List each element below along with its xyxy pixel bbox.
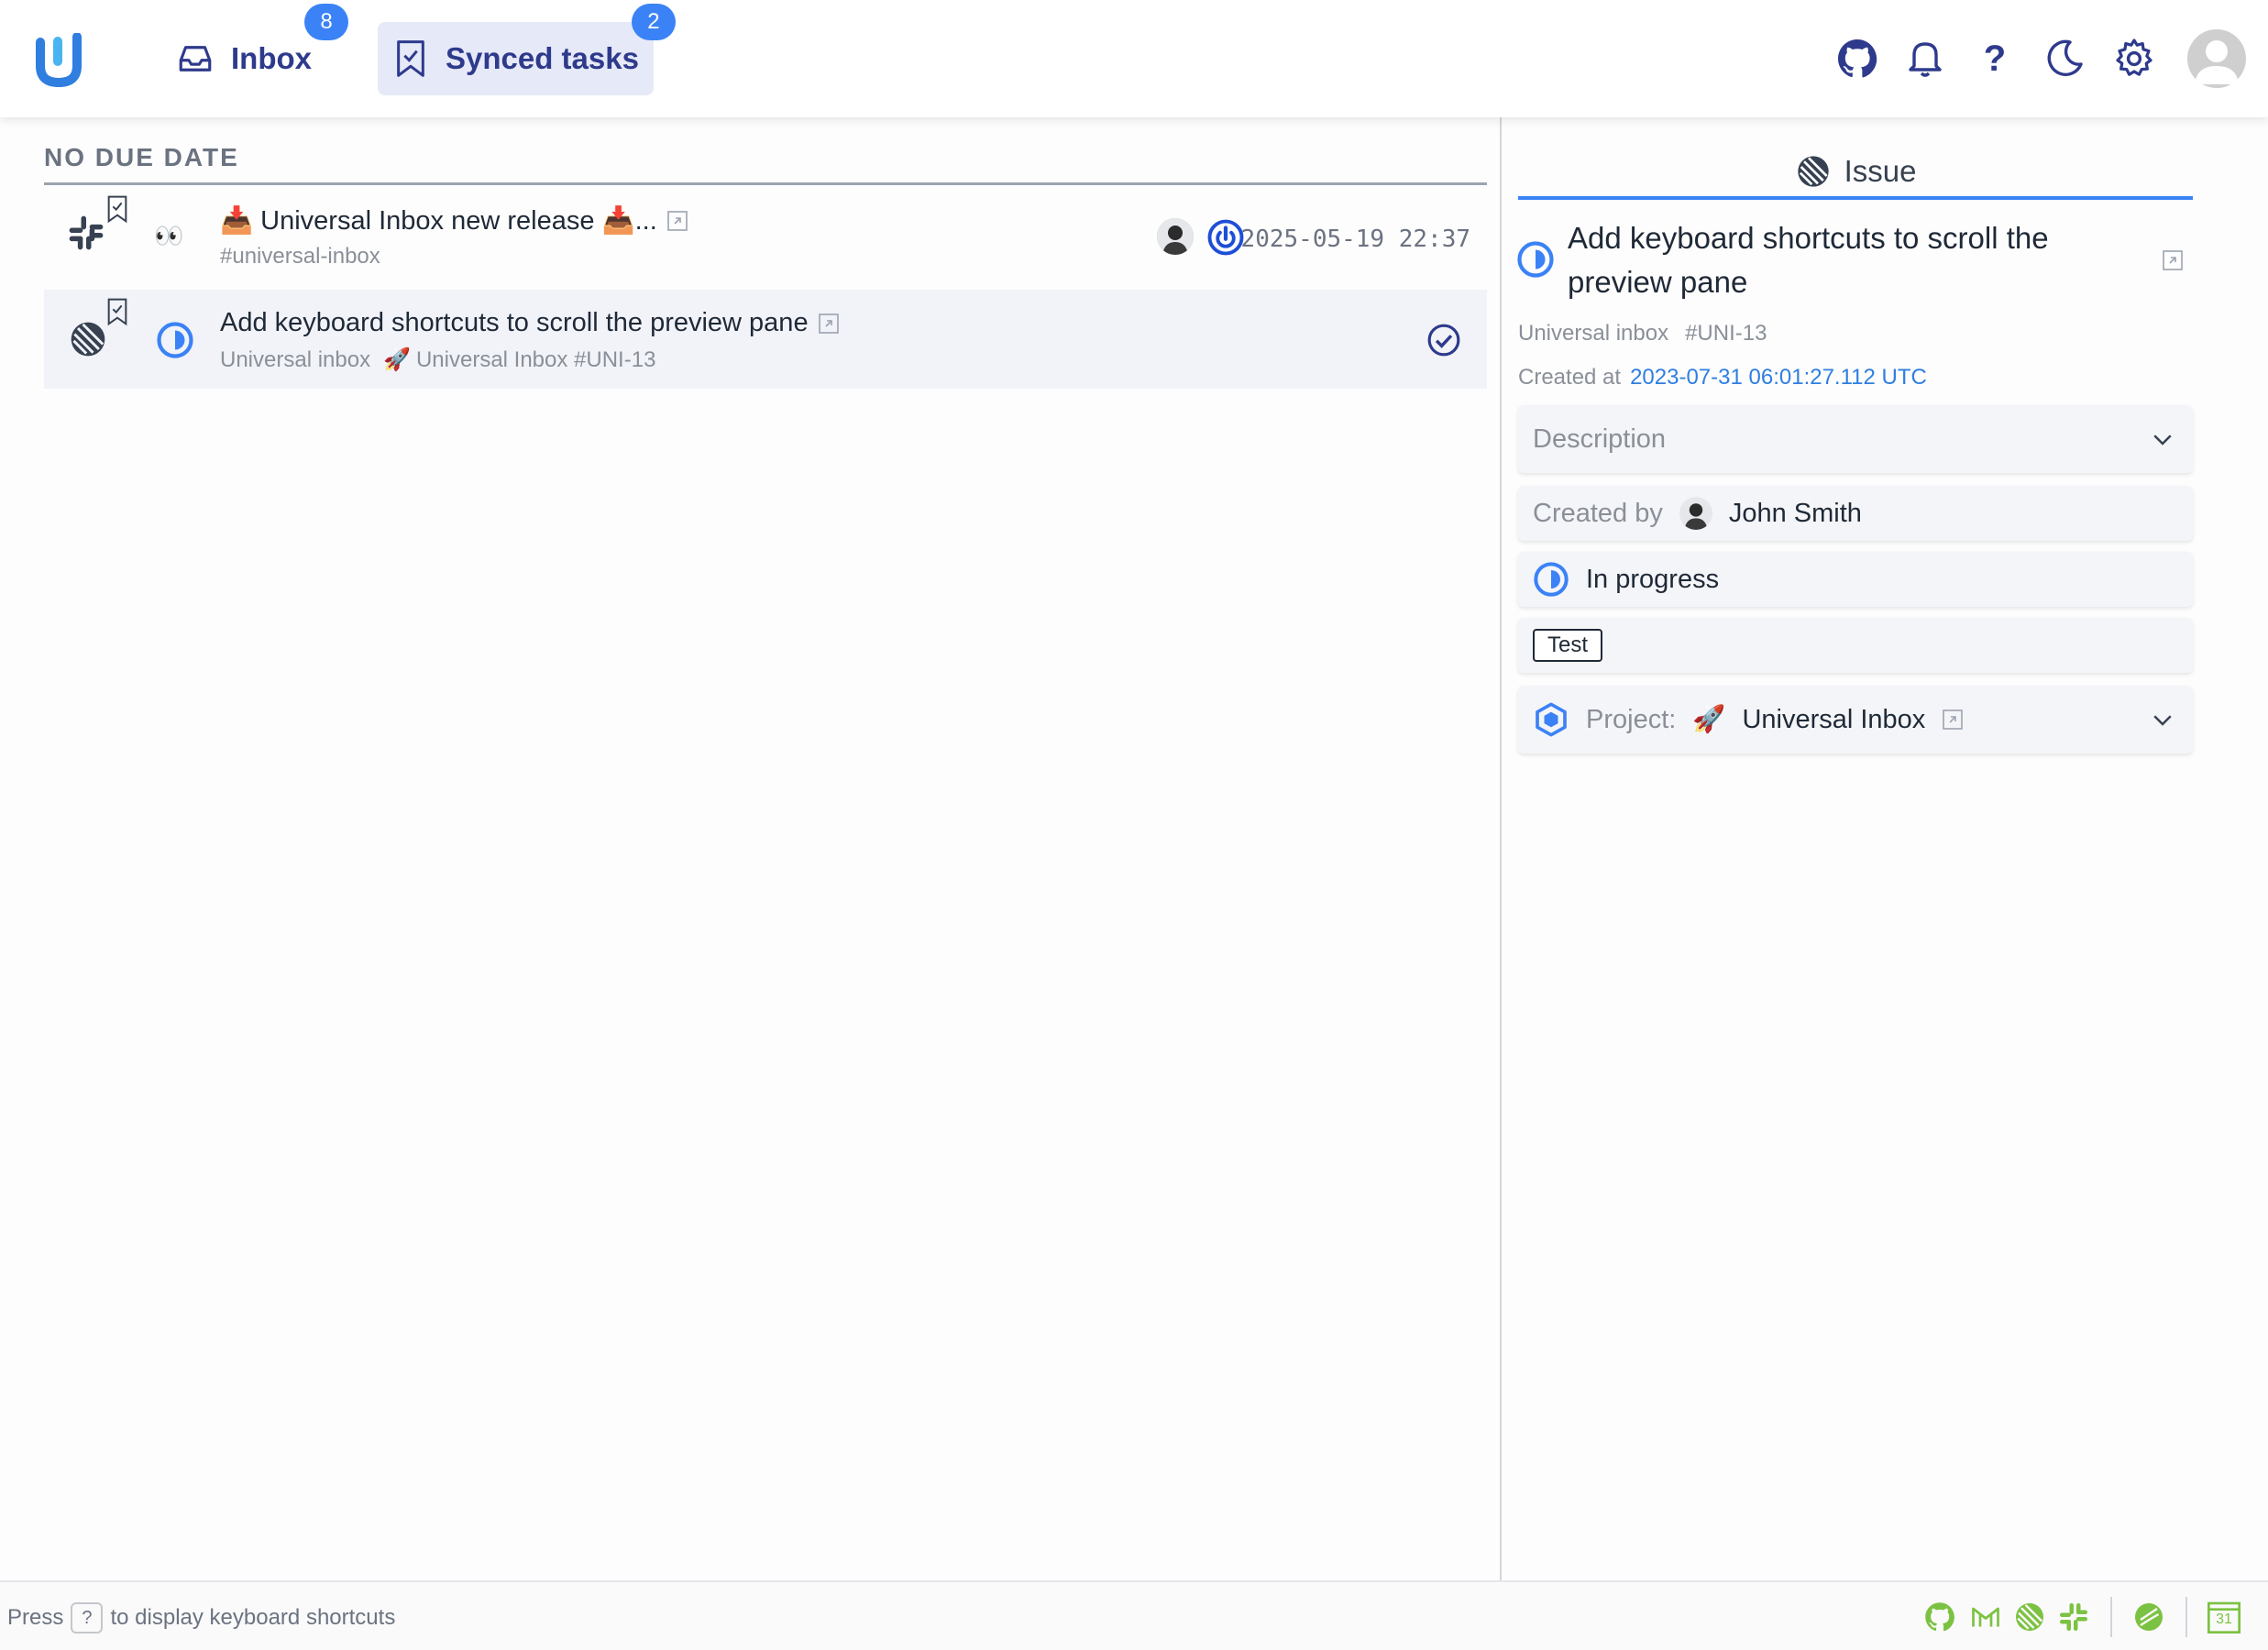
external-link-icon[interactable]: [666, 210, 688, 232]
synced-bookmark-icon: [107, 298, 127, 326]
row-project: Universal inbox: [220, 346, 371, 372]
row-subtitle: #universal-inbox: [220, 244, 380, 269]
status-label: In progress: [1586, 564, 1720, 594]
chevron-down-icon: [2153, 715, 2172, 726]
tab-synced-tasks-label: Synced tasks: [446, 41, 639, 75]
user-silhouette-icon: [2195, 40, 2239, 84]
project-accordion[interactable]: Project: 🚀 Universal Inbox: [1518, 686, 2193, 754]
google-calendar-integration-icon[interactable]: 31: [2206, 1599, 2242, 1635]
footer-separator: [2185, 1597, 2187, 1637]
row-subtitle: Universal inbox 🚀 Universal Inbox #UNI-1…: [220, 346, 655, 373]
in-progress-status-icon: [157, 322, 193, 358]
moon-icon[interactable]: [2042, 37, 2086, 81]
shortcut-hint-text: to display keyboard shortcuts: [110, 1605, 396, 1630]
row-title[interactable]: 📥 Universal Inbox new release 📥...: [220, 205, 688, 236]
inbox-tray-icon: [179, 46, 212, 72]
linear-integration-icon[interactable]: [2013, 1600, 2046, 1634]
list-item-selected[interactable]: Add keyboard shortcuts to scroll the pre…: [44, 290, 1487, 389]
chevron-down-icon: [2153, 434, 2172, 446]
labels-card: Test: [1518, 618, 2193, 673]
in-progress-status-icon: [1517, 241, 1554, 278]
list-item[interactable]: 👀 📥 Universal Inbox new release 📥... #un…: [44, 187, 1487, 286]
ticktick-integration-icon[interactable]: [2132, 1600, 2165, 1634]
issue-title: Add keyboard shortcuts to scroll the pre…: [1568, 221, 2049, 299]
pane-divider: [1500, 117, 1502, 1580]
universal-inbox-logo[interactable]: [35, 33, 83, 88]
eyes-emoji: 👀: [154, 222, 184, 249]
linear-icon: [71, 322, 105, 357]
rocket-emoji: 🚀: [383, 347, 411, 372]
status-footer: Press ? to display keyboard shortcuts 31: [0, 1580, 2268, 1650]
in-progress-status-icon: [1534, 562, 1569, 597]
row-date: 2025-05-19 22:37: [1240, 226, 1470, 253]
row-title[interactable]: Add keyboard shortcuts to scroll the pre…: [220, 308, 840, 338]
footer-separator: [2110, 1597, 2112, 1637]
synced-tasks-count-badge: 2: [631, 4, 676, 40]
press-label: Press: [7, 1605, 64, 1630]
calendar-day: 31: [2216, 1612, 2232, 1627]
created-by-card: Created by John Smith: [1518, 486, 2193, 541]
person-portrait-icon: [1157, 218, 1194, 255]
top-navbar: Inbox 8 Synced tasks 2 ?: [0, 0, 2268, 117]
project-name: Universal Inbox: [1742, 704, 1926, 734]
bell-icon[interactable]: [1903, 37, 1947, 81]
status-card: In progress: [1518, 552, 2193, 607]
help-icon[interactable]: ?: [1973, 37, 2017, 81]
project-label: Project:: [1586, 704, 1677, 734]
gmail-integration-icon[interactable]: [1969, 1600, 2002, 1634]
row-issue-ref: Universal Inbox #UNI-13: [415, 346, 656, 372]
issue-project: Universal inbox: [1518, 321, 1669, 346]
section-title: NO DUE DATE: [44, 143, 239, 171]
external-link-icon[interactable]: [2162, 249, 2184, 271]
gear-icon[interactable]: [2112, 37, 2156, 81]
github-icon[interactable]: [1835, 37, 1879, 81]
slack-integration-icon[interactable]: [2057, 1600, 2090, 1634]
external-link-icon[interactable]: [818, 313, 840, 335]
label-tag[interactable]: Test: [1533, 629, 1603, 662]
created-by-label: Created by: [1533, 498, 1663, 528]
created-at-label: Created at: [1518, 365, 1622, 390]
bookmark-check-icon: [397, 40, 424, 77]
preview-tab-underline: [1518, 196, 2193, 200]
user-avatar[interactable]: [2187, 29, 2246, 88]
creator-name: John Smith: [1728, 498, 1862, 528]
rocket-emoji: 🚀: [1692, 705, 1726, 734]
external-link-icon[interactable]: [1942, 709, 1964, 731]
github-integration-icon[interactable]: [1923, 1600, 1956, 1634]
slack-icon: [69, 215, 104, 250]
row-title-text: 📥 Universal Inbox new release 📥...: [220, 206, 657, 236]
issue-created: Created at 2023-07-31 06:01:27.112 UTC: [1518, 365, 1927, 390]
preview-tab-issue[interactable]: Issue: [1518, 141, 2193, 202]
tab-inbox-label: Inbox: [231, 41, 312, 75]
check-circle-icon[interactable]: [1426, 323, 1461, 358]
issue-ref: #UNI-13: [1685, 321, 1767, 346]
shortcut-key[interactable]: ?: [71, 1602, 104, 1634]
description-label: Description: [1533, 424, 1667, 454]
creator-avatar: [1679, 497, 1712, 530]
sender-avatar: [1157, 218, 1194, 255]
linear-icon: [1797, 156, 1829, 187]
hexagon-project-icon: [1536, 702, 1567, 737]
row-title-text: Add keyboard shortcuts to scroll the pre…: [220, 308, 809, 337]
tab-inbox[interactable]: Inbox 8: [161, 4, 348, 95]
section-divider: [44, 182, 1487, 185]
person-portrait-icon: [1679, 497, 1712, 530]
preview-tab-label: Issue: [1844, 154, 1917, 188]
created-at-value[interactable]: 2023-07-31 06:01:27.112 UTC: [1630, 365, 1927, 390]
tab-synced-tasks[interactable]: Synced tasks 2: [378, 4, 676, 95]
snooze-power-icon[interactable]: [1206, 218, 1245, 257]
description-accordion[interactable]: Description: [1518, 405, 2193, 473]
synced-bookmark-icon: [107, 195, 127, 224]
shortcut-hint: Press ? to display keyboard shortcuts: [7, 1602, 395, 1634]
issue-meta: Universal inbox #UNI-13: [1518, 321, 1767, 346]
inbox-count-badge: 8: [304, 4, 348, 40]
